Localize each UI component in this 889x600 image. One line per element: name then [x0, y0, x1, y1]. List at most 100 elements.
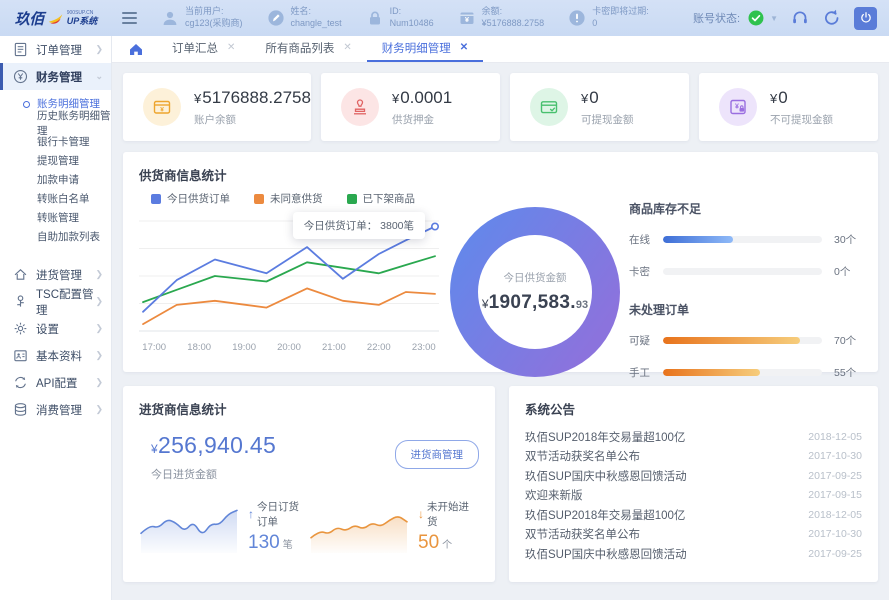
tab-label: 所有商品列表	[265, 43, 335, 55]
sidebar-item-tsc-config[interactable]: TSC配置管理 ❯	[0, 288, 111, 317]
refresh-button[interactable]	[822, 8, 842, 28]
user-icon	[163, 11, 177, 25]
sidebar-label: 财务管理	[36, 71, 82, 84]
sidebar-item-consumption[interactable]: 消费管理 ❯	[0, 396, 111, 423]
chart-tooltip: 今日供货订单： 3800笔	[292, 212, 425, 239]
logo-text: 玖佰	[14, 10, 45, 28]
notice-date: 2018-12-05	[808, 508, 862, 521]
notice-item[interactable]: 欢迎来新版 2017-09-15	[525, 486, 862, 506]
tsc-key-icon	[17, 295, 24, 307]
main-content: ¥ ¥5176888.2758 账户余额 ¥0.0001 供货押金 ¥0 可提现…	[112, 63, 889, 600]
submenu-item-self-add-funds[interactable]: 自助加款列表	[0, 227, 111, 246]
purchaser-manage-button[interactable]: 进货商管理	[394, 440, 479, 469]
tab-close-icon[interactable]: ✕	[460, 43, 468, 53]
legend-item-rejected-supply[interactable]: 未同意供货	[254, 191, 323, 206]
header-card-expire: 卡密即将过期: 0	[568, 6, 649, 29]
not-started-stat: ↓ 未开始进货 50 个	[309, 498, 479, 554]
tab-order-summary[interactable]: 订单汇总 ✕	[157, 36, 250, 62]
sidebar-label: 进货管理	[36, 269, 82, 282]
logout-power-button[interactable]	[854, 6, 877, 30]
donut-label: 今日供货金额	[503, 271, 567, 284]
tab-close-icon[interactable]: ✕	[343, 43, 351, 53]
submenu-item-transfer-whitelist[interactable]: 转账白名单	[0, 189, 111, 208]
panel-title: 进货商信息统计	[139, 403, 227, 417]
sidebar-item-purchase[interactable]: 进货管理 ❯	[0, 261, 111, 288]
notice-item[interactable]: 双节活动获奖名单公布 2017-10-30	[525, 447, 862, 467]
bar-row-online: 在线 30个	[629, 234, 857, 246]
submenu-item-withdraw[interactable]: 提现管理	[0, 151, 111, 170]
tab-close-icon[interactable]: ✕	[227, 43, 235, 53]
chevron-right-icon: ❯	[95, 269, 103, 279]
notice-date: 2018-12-05	[808, 430, 862, 443]
balance-label: 余额:	[481, 6, 503, 17]
bars-column: 商品库存不足 在线 30个 卡密 0个 未处理订单 可疑 70个 手工 55个	[629, 186, 862, 397]
submenu-item-add-funds[interactable]: 加款申请	[0, 170, 111, 189]
x-tick-label: 18:00	[187, 342, 212, 353]
submenu-item-transfer[interactable]: 转账管理	[0, 208, 111, 227]
sidebar: 订单管理 ❯ 财务管理 ⌄ 账务明细管理 历史账务明细管理 银行卡管理 提现管理…	[0, 36, 112, 600]
notice-item[interactable]: 玖佰SUP国庆中秋感恩回馈活动 2017-09-25	[525, 544, 862, 564]
refresh-icon	[825, 9, 839, 25]
bar-row-manual: 手工 55个	[629, 367, 857, 379]
x-tick-label: 23:00	[411, 342, 436, 353]
logo-subtext: 900SUP.CN UP系统	[67, 10, 98, 26]
headset-icon	[793, 11, 807, 24]
x-tick-label: 19:00	[232, 342, 256, 353]
card-expire-value: 0	[592, 18, 598, 28]
notice-date: 2017-09-15	[808, 489, 862, 502]
support-headset-button[interactable]	[790, 8, 810, 28]
stat-value: 50	[418, 531, 440, 553]
top-bar: 玖佰 900SUP.CN UP系统 当前用户: cg123(采购商) 姓名: c…	[0, 0, 889, 36]
arrow-down-icon: ↓	[418, 506, 424, 521]
sidebar-label: 基本资料	[36, 350, 82, 363]
app-logo: 玖佰 900SUP.CN UP系统	[0, 0, 112, 36]
legend-swatch	[151, 193, 161, 204]
notice-item[interactable]: 玖佰SUP2018年交易量超100亿 2018-12-05	[525, 427, 862, 447]
locked-card-icon: ¥	[719, 88, 757, 126]
stat-cards-row: ¥ ¥5176888.2758 账户余额 ¥0.0001 供货押金 ¥0 可提现…	[123, 73, 879, 141]
home-icon	[130, 43, 142, 55]
svg-text:¥: ¥	[735, 104, 739, 111]
tab-finance-detail[interactable]: 财务明细管理 ✕	[366, 36, 484, 62]
edit-icon	[267, 10, 284, 26]
document-icon	[14, 42, 27, 57]
sidebar-item-settings[interactable]: 设置 ❯	[0, 315, 111, 342]
notice-text: 双节活动获奖名单公布	[525, 529, 640, 542]
withdraw-card-icon	[529, 88, 568, 126]
chevron-right-icon: ❯	[95, 377, 103, 387]
legend-item-delisted-products[interactable]: 已下架商品	[346, 191, 415, 206]
submenu-item-history-detail[interactable]: 历史账务明细管理	[0, 110, 111, 137]
notice-item[interactable]: 玖佰SUP2018年交易量超100亿 2018-12-05	[525, 505, 862, 525]
account-status-label: 账号状态:	[693, 13, 741, 25]
pending-bar-manual	[663, 369, 822, 376]
tab-bar: 订单汇总 ✕ 所有商品列表 ✕ 财务明细管理 ✕	[112, 36, 889, 63]
sidebar-item-profile[interactable]: 基本资料 ❯	[0, 342, 111, 369]
sidebar-item-orders[interactable]: 订单管理 ❯	[0, 36, 111, 63]
submenu-item-bank-card[interactable]: 银行卡管理	[0, 132, 111, 151]
x-tick-label: 20:00	[277, 342, 301, 353]
notice-item[interactable]: 双节活动获奖名单公布 2017-10-30	[525, 525, 862, 545]
chevron-right-icon: ❯	[95, 404, 103, 414]
balance-icon: ¥	[460, 12, 474, 24]
notice-date: 2017-10-30	[808, 450, 862, 463]
sidebar-item-finance[interactable]: 财务管理 ⌄	[0, 63, 111, 90]
tab-all-products[interactable]: 所有商品列表 ✕	[250, 36, 366, 62]
sidebar-label: 设置	[36, 323, 59, 336]
stat-value: 130	[248, 531, 280, 553]
bar-row-suspicious: 可疑 70个	[629, 335, 857, 347]
system-notices-panel: 系统公告 玖佰SUP2018年交易量超100亿 2018-12-05 双节活动获…	[509, 386, 878, 582]
sidebar-toggle-button[interactable]	[122, 12, 137, 24]
status-check-icon[interactable]	[748, 10, 764, 26]
sidebar-item-api-config[interactable]: API配置 ❯	[0, 369, 111, 396]
tab-label: 财务明细管理	[381, 43, 451, 55]
home-tab-button[interactable]	[112, 36, 157, 62]
stat-label: 今日订货订单	[257, 500, 299, 528]
legend-item-supply-orders[interactable]: 今日供货订单	[151, 191, 230, 206]
donut-value: ¥1907,583.93	[481, 291, 589, 313]
status-chevron-down-icon[interactable]: ▼	[770, 14, 778, 23]
notice-date: 2017-09-25	[808, 547, 862, 560]
notice-text: 玖佰SUP2018年交易量超100亿	[525, 431, 686, 444]
notice-item[interactable]: 玖佰SUP国庆中秋感恩回馈活动 2017-09-25	[525, 466, 862, 486]
panel-title: 供货商信息统计	[139, 169, 227, 183]
not-started-sparkline-chart	[310, 516, 408, 553]
